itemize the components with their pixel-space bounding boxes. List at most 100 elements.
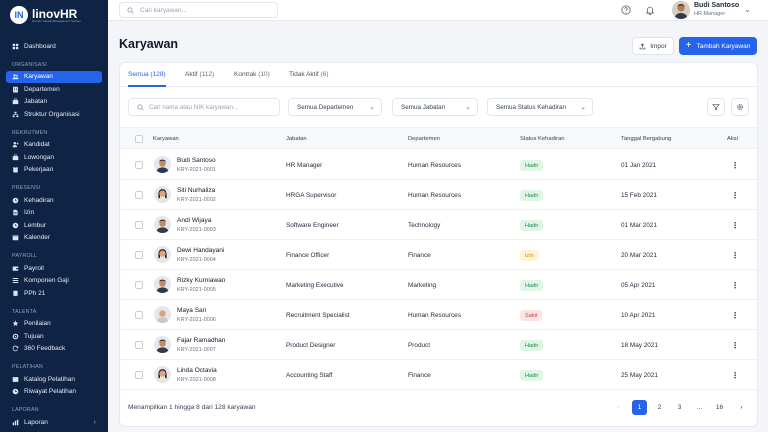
sidebar-item-kehadiran[interactable]: Kehadiran xyxy=(6,194,102,207)
sidebar-item-label: Kandidat xyxy=(24,141,50,149)
employee-name[interactable]: Maya Sari xyxy=(177,307,206,314)
sidebar-item-lembur[interactable]: Lembur xyxy=(6,219,102,232)
row-checkbox[interactable] xyxy=(135,191,143,199)
dashboard-icon xyxy=(12,43,19,50)
user-role: HR Manager xyxy=(694,11,726,17)
more-vertical-icon[interactable]: ⋮ xyxy=(729,369,741,381)
employee-search-placeholder: Cari nama atau NIK karyawan... xyxy=(149,103,239,111)
attendance-status-select[interactable]: Semua Status Kehadiran ⌄ xyxy=(487,98,593,116)
more-vertical-icon[interactable]: ⋮ xyxy=(729,249,741,261)
tab-kontrak[interactable]: Kontrak (10) xyxy=(234,71,270,78)
status-badge: Hadir xyxy=(520,340,544,351)
user-avatar[interactable] xyxy=(672,1,690,19)
table-row[interactable]: Rizky Kurniawan KRY-2021-0005 Marketing Ex… xyxy=(120,270,757,300)
sidebar-item-katalog-pelatihan[interactable]: Katalog Pelatihan xyxy=(6,373,102,386)
employee-name[interactable]: Linda Octavia xyxy=(177,367,217,374)
column-header-aksi[interactable]: Aksi xyxy=(727,136,738,142)
sidebar-item-kandidat[interactable]: Kandidat xyxy=(6,139,102,152)
sidebar-item-tujuan[interactable]: Tujuan xyxy=(6,330,102,343)
filter-button[interactable] xyxy=(707,98,725,116)
tab-aktif[interactable]: Aktif (112) xyxy=(185,71,214,78)
user-plus-icon xyxy=(12,141,19,148)
row-checkbox[interactable] xyxy=(135,221,143,229)
active-tab-indicator xyxy=(128,85,166,87)
tab-label: Aktif xyxy=(185,71,198,78)
page-button-1[interactable]: 1 xyxy=(632,400,647,415)
employee-name[interactable]: Rizky Kurniawan xyxy=(177,277,225,284)
employee-name[interactable]: Fajar Ramadhan xyxy=(177,337,225,344)
sidebar-item-penilaian[interactable]: Penilaian xyxy=(6,318,102,331)
more-vertical-icon[interactable]: ⋮ xyxy=(729,189,741,201)
table-row[interactable]: Andi Wijaya KRY-2021-0003 Software Enginee… xyxy=(120,210,757,240)
column-header-status-kehadiran[interactable]: Status Kehadiran xyxy=(520,136,564,142)
table-row[interactable]: Maya Sari KRY-2021-0006 Recruitment Specia… xyxy=(120,300,757,330)
employee-department: Product xyxy=(408,342,431,349)
more-vertical-icon[interactable]: ⋮ xyxy=(729,339,741,351)
row-checkbox[interactable] xyxy=(135,251,143,259)
employee-search-input[interactable]: Cari nama atau NIK karyawan... xyxy=(128,98,280,116)
department-select[interactable]: Semua Departemen ⌄ xyxy=(288,98,382,116)
sidebar-item-dashboard[interactable]: Dashboard xyxy=(6,40,102,53)
table-row[interactable]: Siti Nurhaliza KRY-2021-0002 HRGA Supervis… xyxy=(120,180,757,210)
sidebar-item-360-feedback[interactable]: 360 Feedback xyxy=(6,343,102,356)
more-vertical-icon[interactable]: ⋮ xyxy=(729,219,741,231)
employee-name[interactable]: Andi Wijaya xyxy=(177,217,211,224)
employee-name[interactable]: Siti Nurhaliza xyxy=(177,187,215,194)
sidebar-item-lowongan[interactable]: Lowongan xyxy=(6,151,102,164)
sidebar-item-pekerjaan[interactable]: Pekerjaan xyxy=(6,164,102,177)
table-row[interactable]: Dewi Handayani KRY-2021-0004 Finance Offic… xyxy=(120,240,757,270)
row-checkbox[interactable] xyxy=(135,371,143,379)
tab-tidak-aktif[interactable]: Tidak Aktif (6) xyxy=(289,71,329,78)
page-button-2[interactable]: 2 xyxy=(652,400,667,415)
chevron-down-icon[interactable]: ⌄ xyxy=(744,5,751,14)
gear-icon xyxy=(737,104,743,110)
join-date: 18 May 2021 xyxy=(621,342,658,349)
sidebar-item-jabatan[interactable]: Jabatan xyxy=(6,96,102,109)
sidebar-item-laporan[interactable]: Laporan › xyxy=(6,416,102,429)
chevron-down-icon: ⌄ xyxy=(369,104,375,111)
column-header-tanggal-bergabung[interactable]: Tanggal Bergabung xyxy=(621,136,671,142)
row-checkbox[interactable] xyxy=(135,281,143,289)
prev-page-button[interactable]: ‹ xyxy=(611,400,626,415)
page-button-16[interactable]: 16 xyxy=(712,400,727,415)
position-select[interactable]: Semua Jabatan ⌄ xyxy=(392,98,478,116)
brand-logo[interactable]: IN linovHR Human Capital Management Syst… xyxy=(10,4,108,26)
more-vertical-icon[interactable]: ⋮ xyxy=(729,309,741,321)
sidebar-item-karyawan[interactable]: Karyawan xyxy=(6,70,102,83)
user-name[interactable]: Budi Santoso xyxy=(694,2,739,9)
page-button-3[interactable]: 3 xyxy=(672,400,687,415)
sidebar-item-struktur-organisasi[interactable]: Struktur Organisasi xyxy=(6,108,102,121)
settings-button[interactable] xyxy=(731,98,749,116)
employee-name[interactable]: Dewi Handayani xyxy=(177,247,224,254)
tab-semua[interactable]: Semua (128) xyxy=(128,71,166,78)
column-header-jabatan[interactable]: Jabatan xyxy=(286,136,307,142)
sidebar-item-kalender[interactable]: Kalender xyxy=(6,232,102,245)
sidebar-item-payroll[interactable]: Payroll xyxy=(6,262,102,275)
import-button[interactable]: Impor xyxy=(632,37,674,55)
row-checkbox[interactable] xyxy=(135,341,143,349)
more-vertical-icon[interactable]: ⋮ xyxy=(729,159,741,171)
sidebar-item-pph-21[interactable]: PPh 21 xyxy=(6,287,102,300)
help-icon[interactable] xyxy=(621,5,631,15)
employee-name[interactable]: Budi Santoso xyxy=(177,157,216,164)
sidebar-section-organisasi: ORGANISASI xyxy=(12,61,47,68)
row-checkbox[interactable] xyxy=(135,161,143,169)
more-vertical-icon[interactable]: ⋮ xyxy=(729,279,741,291)
employee-department: Marketing xyxy=(408,282,437,289)
sidebar-item-riwayat-pelatihan[interactable]: Riwayat Pelatihan xyxy=(6,386,102,399)
clock-icon xyxy=(12,197,19,204)
add-employee-button[interactable]: + Tambah Karyawan xyxy=(679,37,757,55)
select-all-checkbox[interactable] xyxy=(135,135,143,143)
column-header-karyawan[interactable]: Karyawan xyxy=(153,136,179,142)
sidebar-item-komponen-gaji[interactable]: Komponen Gaji xyxy=(6,275,102,288)
table-row[interactable]: Budi Santoso KRY-2021-0001 HR Manager Human… xyxy=(120,150,757,180)
table-row[interactable]: Fajar Ramadhan KRY-2021-0007 Product Desig… xyxy=(120,330,757,360)
table-row[interactable]: Linda Octavia KRY-2021-0008 Accounting Sta… xyxy=(120,360,757,390)
sidebar-item-izin[interactable]: Izin xyxy=(6,207,102,220)
column-header-departemen[interactable]: Departemen xyxy=(408,136,440,142)
bell-icon[interactable] xyxy=(645,5,655,15)
sidebar-item-departemen[interactable]: Departemen xyxy=(6,83,102,96)
next-page-button[interactable]: › xyxy=(734,400,749,415)
global-search-input[interactable]: Cari karyawan... xyxy=(119,2,278,18)
row-checkbox[interactable] xyxy=(135,311,143,319)
